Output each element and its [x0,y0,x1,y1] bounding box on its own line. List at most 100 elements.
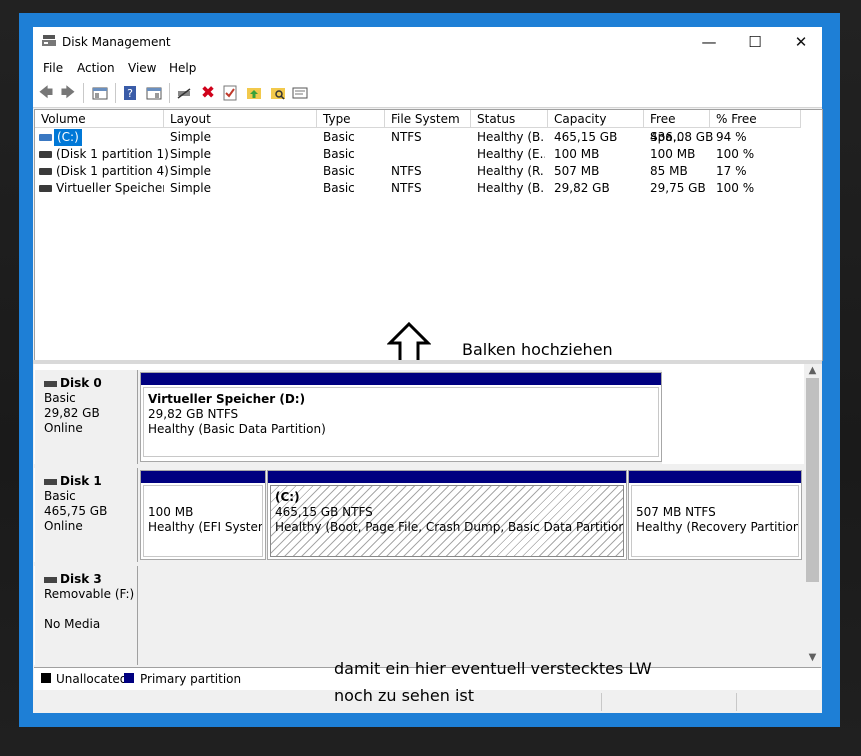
partition-size: 29,82 GB NTFS [148,407,239,421]
forward-arrow-icon[interactable]: 🡆 [59,84,77,102]
disk-3-type: Removable (F:) [44,587,135,601]
maximize-button[interactable]: ☐ [732,27,778,57]
title-bar[interactable]: Disk Management — ☐ ✕ [33,27,822,57]
menu-action[interactable]: Action [77,61,115,75]
disk-row-divider [34,562,804,566]
column-header-file-system[interactable]: File System [385,110,471,128]
primary-partition-bar [141,471,265,483]
window-title: Disk Management [62,35,171,49]
disk-1-name: Disk 1 [60,474,102,488]
volume-capacity: 465,15 GB [554,130,618,144]
partition-status: Healthy (Boot, Page File, Crash Dump, Ba… [275,520,624,534]
scrollbar-thumb[interactable] [806,378,819,582]
table-row[interactable]: (Disk 1 partition 4) Simple Basic NTFS H… [35,163,822,180]
back-arrow-icon[interactable]: 🡄 [37,84,55,102]
delete-icon[interactable]: ✖ [199,84,217,102]
table-row[interactable]: Virtueller Speicher ... Simple Basic NTF… [35,180,822,197]
table-row[interactable]: (Disk 1 partition 1) Simple Basic Health… [35,146,822,163]
partition-efi-system[interactable]: 100 MB Healthy (EFI System P [140,470,266,560]
disk-0-type: Basic [44,391,76,405]
menu-view[interactable]: View [128,61,156,75]
legend-primary-partition: Primary partition [140,672,242,686]
volume-status: Healthy (E... [477,147,545,161]
column-header-layout[interactable]: Layout [164,110,317,128]
volume-file-system: NTFS [391,130,422,144]
column-header-capacity[interactable]: Capacity [548,110,644,128]
toolbar-separator [115,83,116,103]
volume-layout: Simple [170,147,211,161]
disk-1-partitions: 100 MB Healthy (EFI System P (C:) 465,15… [138,468,804,562]
volume-status: Healthy (B... [477,130,545,144]
svg-text:?: ? [127,87,133,100]
column-header-free-space[interactable]: Free Spa... [644,110,710,144]
partition-details: 100 MB Healthy (EFI System P [143,485,263,557]
menu-bar: File Action View Help [33,57,822,79]
partition-size: 100 MB [148,505,194,519]
toolbar: 🡄 🡆 ? ✖ [33,79,822,108]
disk-0-name: Disk 0 [60,376,102,390]
properties-check-icon[interactable] [221,84,239,102]
column-header-volume[interactable]: Volume [35,110,164,128]
connect-virtual-disk-icon[interactable] [175,84,193,102]
column-header-status[interactable]: Status [471,110,548,128]
volume-percent-free: 100 % [716,181,755,195]
disk-0-info[interactable]: Disk 0 Basic 29,82 GB Online [35,370,138,464]
status-separator [601,693,602,711]
explore-folder-icon[interactable] [269,84,287,102]
disk-3-empty-area[interactable] [138,566,804,665]
disk-1-state: Online [44,519,83,533]
annotation-pull-bar: Balken hochziehen [462,340,613,359]
partition-recovery[interactable]: 507 MB NTFS Healthy (Recovery Partition) [628,470,802,560]
volume-type: Basic [323,181,355,195]
disk-pane-scrollbar[interactable]: ▲ ▼ [804,364,821,665]
volume-free-space: 100 MB [650,147,696,161]
help-icon[interactable]: ? [121,84,139,102]
volume-type: Basic [323,164,355,178]
scroll-down-icon[interactable]: ▼ [804,652,821,663]
column-header-type[interactable]: Type [317,110,385,128]
disk-3-info[interactable]: Disk 3 Removable (F:) No Media [35,566,138,665]
open-folder-up-icon[interactable] [245,84,263,102]
partition-virtueller-speicher[interactable]: Virtueller Speicher (D:) 29,82 GB NTFS H… [140,372,662,462]
volume-percent-free: 94 % [716,130,747,144]
properties-sheet-icon[interactable] [291,84,309,102]
volume-capacity: 29,82 GB [554,181,610,195]
toolbar-separator [169,83,170,103]
volume-file-system: NTFS [391,164,422,178]
disk-1-info[interactable]: Disk 1 Basic 465,75 GB Online [35,468,138,562]
table-row[interactable]: (C:) Simple Basic NTFS Healthy (B... 465… [35,129,822,146]
volume-list: Volume Layout Type File System Status Ca… [34,109,823,364]
annotation-hidden-drive-line2: noch zu sehen ist [334,686,475,705]
volume-name: (Disk 1 partition 1) [56,147,169,161]
disk-management-window: Disk Management — ☐ ✕ File Action View H… [33,27,823,713]
volume-capacity: 100 MB [554,147,600,161]
disk-0-partitions: Virtueller Speicher (D:) 29,82 GB NTFS H… [138,370,662,464]
volume-name: (Disk 1 partition 4) [56,164,169,178]
volume-status: Healthy (B... [477,181,545,195]
column-header-percent-free[interactable]: % Free [710,110,801,128]
volume-capacity: 507 MB [554,164,600,178]
primary-partition-bar [268,471,626,483]
disk-row-divider [34,464,804,468]
minimize-button[interactable]: — [686,27,732,57]
close-button[interactable]: ✕ [778,27,824,57]
scroll-up-icon[interactable]: ▲ [804,365,821,376]
volume-free-space: 436,08 GB [650,130,714,144]
volume-type: Basic [323,147,355,161]
volume-layout: Simple [170,164,211,178]
partition-status: Healthy (Recovery Partition) [636,520,799,534]
show-hide-console-tree-icon[interactable] [91,84,109,102]
volume-percent-free: 17 % [716,164,747,178]
show-hide-action-pane-icon[interactable] [145,84,163,102]
partition-c-drive[interactable]: (C:) 465,15 GB NTFS Healthy (Boot, Page … [267,470,627,560]
disk-icon [44,478,57,485]
volume-name: (C:) [54,129,82,146]
disk-icon [44,380,57,387]
disk-0-state: Online [44,421,83,435]
disk-map-pane: Disk 0 Basic 29,82 GB Online Virtueller … [34,364,804,665]
disk-1-size: 465,75 GB [44,504,108,518]
menu-help[interactable]: Help [169,61,196,75]
up-arrow-annotation-icon [387,321,431,364]
menu-file[interactable]: File [43,61,63,75]
unallocated-swatch [41,673,51,683]
